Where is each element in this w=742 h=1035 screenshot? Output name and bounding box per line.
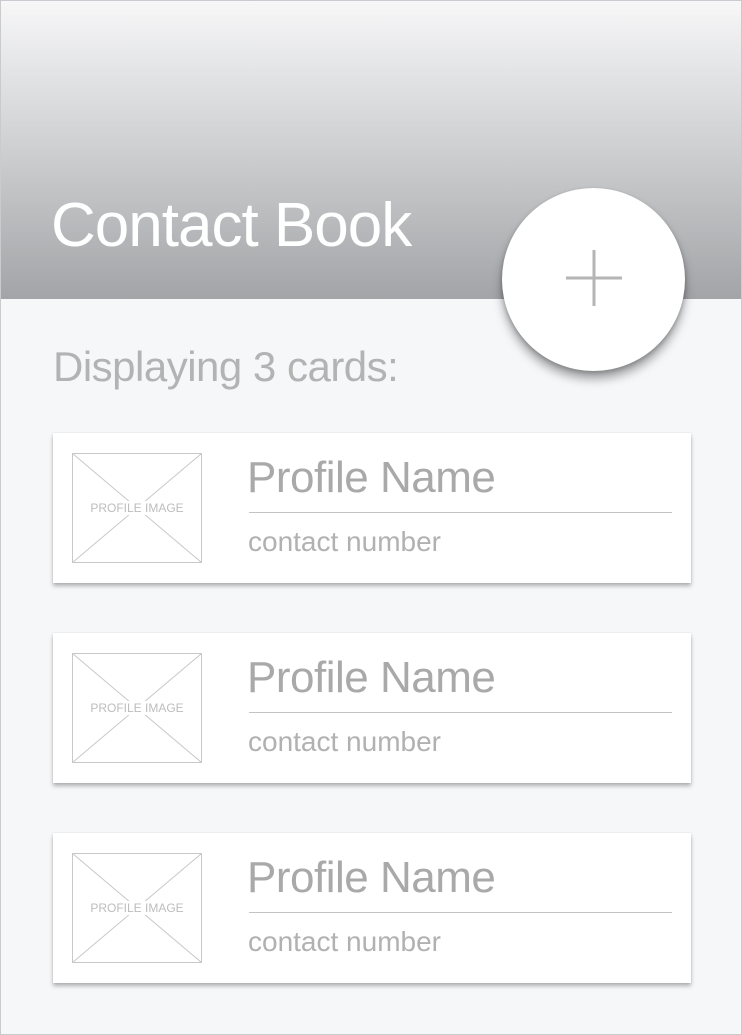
profile-image-label: PROFILE IMAGE bbox=[90, 701, 184, 715]
card-count-label: Displaying 3 cards: bbox=[53, 343, 399, 390]
contact-number: contact number bbox=[248, 926, 441, 957]
card-divider bbox=[249, 512, 672, 513]
contact-card[interactable]: PROFILE IMAGE Profile Name contact numbe… bbox=[53, 433, 691, 583]
profile-image-label: PROFILE IMAGE bbox=[90, 901, 184, 915]
profile-image-label: PROFILE IMAGE bbox=[90, 501, 184, 515]
card-divider bbox=[249, 712, 672, 713]
contact-card[interactable]: PROFILE IMAGE Profile Name contact numbe… bbox=[53, 833, 691, 983]
profile-image-placeholder: PROFILE IMAGE bbox=[72, 453, 202, 563]
contact-book-app: Contact Book Displaying 3 cards: PROFILE… bbox=[0, 0, 742, 1035]
profile-image-placeholder: PROFILE IMAGE bbox=[72, 653, 202, 763]
contact-number: contact number bbox=[248, 526, 441, 557]
profile-name: Profile Name bbox=[247, 453, 496, 502]
card-divider bbox=[249, 912, 672, 913]
add-contact-button[interactable] bbox=[502, 188, 685, 371]
profile-name: Profile Name bbox=[247, 853, 496, 902]
app-title: Contact Book bbox=[51, 191, 412, 260]
profile-name: Profile Name bbox=[247, 653, 496, 702]
profile-image-placeholder: PROFILE IMAGE bbox=[72, 853, 202, 963]
contact-number: contact number bbox=[248, 726, 441, 757]
contact-card[interactable]: PROFILE IMAGE Profile Name contact numbe… bbox=[53, 633, 691, 783]
plus-icon bbox=[566, 250, 622, 306]
